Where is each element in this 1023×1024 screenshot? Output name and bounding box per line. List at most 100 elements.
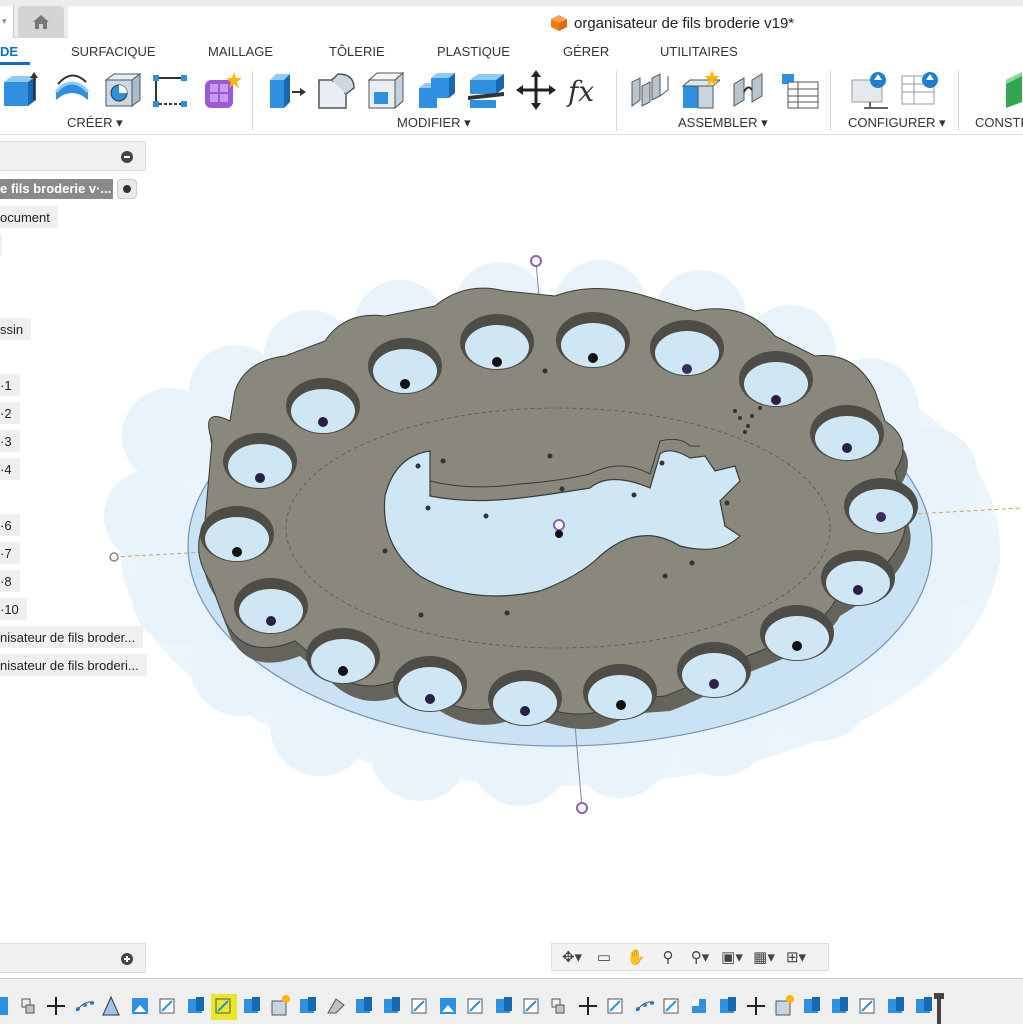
timeline-marker[interactable]: [934, 993, 944, 1024]
combine-icon[interactable]: [416, 70, 456, 110]
timeline-feature[interactable]: [832, 997, 848, 1013]
timeline-feature[interactable]: [775, 995, 794, 1016]
spool-hole[interactable]: [488, 670, 562, 726]
spool-hole[interactable]: [200, 506, 274, 562]
timeline-feature[interactable]: [300, 997, 316, 1013]
spool-hole[interactable]: [556, 312, 630, 368]
fillet-icon[interactable]: [316, 70, 356, 110]
collapse-panel-icon[interactable]: [121, 151, 133, 163]
tab-mesh[interactable]: MAILLAGE: [208, 44, 273, 59]
comments-panel[interactable]: [0, 943, 146, 973]
sketch-pattern-icon[interactable]: [150, 70, 190, 110]
shell-icon[interactable]: [366, 70, 406, 110]
spool-hole[interactable]: [760, 605, 834, 661]
timeline-feature[interactable]: [244, 997, 260, 1013]
spool-hole[interactable]: [393, 656, 467, 712]
axis-handle-bottom[interactable]: [576, 802, 588, 814]
timeline-feature[interactable]: [159, 998, 175, 1014]
spool-hole[interactable]: [844, 478, 918, 534]
home-tab[interactable]: [18, 6, 64, 38]
joint-icon[interactable]: [630, 70, 670, 110]
tab-sheet-metal[interactable]: TÔLERIE: [329, 44, 385, 59]
axis-handle-left[interactable]: [109, 552, 119, 562]
extrude-icon[interactable]: [0, 70, 40, 110]
tab-plastic[interactable]: PLASTIQUE: [437, 44, 510, 59]
tab-manage[interactable]: GÉRER: [563, 44, 609, 59]
timeline-feature[interactable]: [720, 997, 736, 1013]
timeline-feature[interactable]: [496, 997, 512, 1013]
browser-node-item-4[interactable]: ·4: [0, 458, 20, 480]
as-built-joint-icon[interactable]: [730, 70, 770, 110]
timeline-feature[interactable]: [411, 998, 427, 1014]
orbit-icon[interactable]: ✥▾: [558, 946, 586, 968]
browser-node-item-10[interactable]: ·10: [0, 598, 27, 620]
model-canvas[interactable]: [0, 136, 1023, 976]
spool-hole[interactable]: [460, 314, 534, 370]
timeline-feature[interactable]: [663, 998, 679, 1014]
construct-menu[interactable]: CONSTR: [975, 115, 1023, 130]
create-form-icon[interactable]: [202, 70, 242, 110]
spool-hole[interactable]: [306, 628, 380, 684]
timeline-feature[interactable]: [888, 997, 904, 1013]
browser-node-item-7[interactable]: ·7: [0, 542, 20, 564]
timeline-feature[interactable]: [384, 997, 400, 1013]
configure-icon[interactable]: [850, 70, 890, 110]
press-pull-icon[interactable]: [266, 70, 306, 110]
viewports-icon[interactable]: ⊞▾: [782, 946, 810, 968]
configure-table-icon[interactable]: [900, 70, 940, 110]
3d-viewport[interactable]: [0, 136, 1023, 976]
tab-surface[interactable]: SURFACIQUE: [71, 44, 156, 59]
browser-root-node[interactable]: e fils broderie v·...: [0, 179, 113, 199]
move-icon[interactable]: [516, 70, 556, 110]
spool-hole[interactable]: [368, 338, 442, 394]
create-menu[interactable]: CRÉER ▾: [67, 115, 123, 131]
timeline-feature[interactable]: [916, 997, 932, 1013]
construct-plane-icon[interactable]: [1000, 70, 1023, 110]
timeline-feature[interactable]: [747, 997, 765, 1015]
timeline-feature[interactable]: [271, 995, 290, 1016]
active-component-radio-icon[interactable]: [117, 179, 137, 199]
grid-icon[interactable]: ▦▾: [750, 946, 778, 968]
timeline-feature[interactable]: [467, 998, 483, 1014]
spool-hole[interactable]: [810, 405, 884, 461]
timeline-feature[interactable]: [804, 997, 820, 1013]
timeline-feature[interactable]: [75, 1001, 95, 1012]
timeline-feature[interactable]: [440, 998, 456, 1014]
tab-solid[interactable]: DE: [0, 44, 18, 59]
browser-node-item-1[interactable]: ·1: [0, 374, 20, 396]
configure-menu[interactable]: CONFIGURER ▾: [848, 115, 946, 131]
spool-hole[interactable]: [650, 320, 724, 376]
timeline-feature[interactable]: [188, 997, 204, 1013]
timeline-feature[interactable]: [102, 995, 120, 1016]
browser-node-sketches[interactable]: ssin: [0, 318, 32, 340]
fit-zoom-icon[interactable]: ⚲▾: [686, 946, 714, 968]
axis-handle-top[interactable]: [530, 255, 542, 267]
spool-hole[interactable]: [223, 433, 297, 489]
zoom-icon[interactable]: ⚲: [654, 946, 682, 968]
timeline-feature[interactable]: [21, 998, 35, 1014]
tab-utilities[interactable]: UTILITAIRES: [660, 44, 738, 59]
timeline-feature[interactable]: [356, 997, 372, 1013]
browser-node-document-settings[interactable]: ocument: [0, 206, 58, 228]
timeline-feature[interactable]: [132, 998, 148, 1014]
browser-panel-header[interactable]: [0, 141, 146, 171]
previous-tab-stub[interactable]: ▾: [0, 6, 14, 38]
spool-hole[interactable]: [234, 578, 308, 634]
timeline-feature[interactable]: [635, 1001, 655, 1012]
timeline-feature[interactable]: [607, 998, 623, 1014]
assemble-menu[interactable]: ASSEMBLER ▾: [678, 115, 768, 131]
browser-node-item-6[interactable]: ·6: [0, 514, 20, 536]
timeline-feature[interactable]: [551, 998, 565, 1014]
timeline-feature[interactable]: [0, 997, 8, 1015]
timeline-feature[interactable]: [523, 998, 539, 1014]
spool-hole[interactable]: [583, 664, 657, 720]
timeline-feature[interactable]: [579, 997, 597, 1015]
browser-node-item-3[interactable]: ·3: [0, 430, 20, 452]
spool-hole[interactable]: [286, 378, 360, 434]
document-tab[interactable]: [68, 6, 1023, 39]
origin-point[interactable]: [553, 519, 565, 531]
browser-node-item-8[interactable]: ·8: [0, 570, 20, 592]
split-body-icon[interactable]: [466, 70, 506, 110]
new-component-icon[interactable]: [680, 70, 720, 110]
browser-node-component-1[interactable]: nisateur de fils broder...: [0, 626, 144, 648]
